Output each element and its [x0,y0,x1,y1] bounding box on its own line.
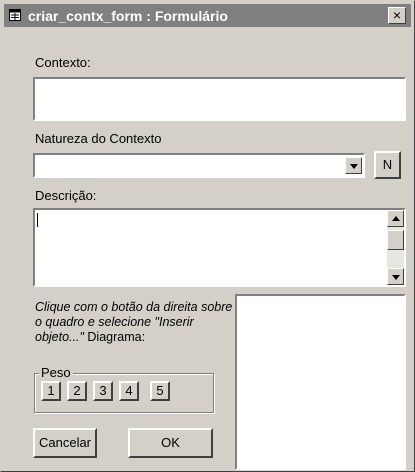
diagram-frame[interactable] [235,294,406,470]
peso-button-3[interactable]: 3 [93,381,113,401]
form-icon [9,9,21,21]
arrow-up-icon [392,216,400,221]
peso-legend: Peso [39,365,73,380]
diagram-hint-label: Diagrama: [83,330,146,344]
close-icon: × [392,7,402,23]
contexto-input[interactable] [33,77,406,121]
ok-button[interactable]: OK [128,428,213,458]
natureza-combobox[interactable] [33,153,365,178]
form-window: criar_contx_form : Formulário × Contexto… [0,0,415,472]
cancel-button[interactable]: Cancelar [33,428,97,458]
contexto-label: Contexto: [35,55,91,70]
diagram-hint: Clique com o botão da direita sobre o qu… [35,300,235,345]
natureza-dropdown-button[interactable] [345,157,362,174]
scroll-thumb[interactable] [387,230,404,250]
title-bar[interactable]: criar_contx_form : Formulário × [4,4,411,27]
scroll-down-button[interactable] [387,268,404,285]
natureza-label: Natureza do Contexto [35,131,162,146]
text-cursor [37,213,38,227]
peso-button-4[interactable]: 4 [119,381,139,401]
window-title: criar_contx_form : Formulário [28,8,228,24]
descricao-label: Descrição: [35,188,97,203]
peso-button-1[interactable]: 1 [41,381,61,401]
scroll-up-button[interactable] [387,210,404,227]
close-button[interactable]: × [388,7,406,24]
arrow-down-icon [392,275,400,280]
chevron-down-icon [350,164,358,169]
peso-button-5[interactable]: 5 [150,381,170,401]
descricao-textarea[interactable] [33,208,406,287]
peso-button-2[interactable]: 2 [67,381,87,401]
descricao-scrollbar[interactable] [387,210,404,285]
new-natureza-button[interactable]: N [374,151,401,179]
